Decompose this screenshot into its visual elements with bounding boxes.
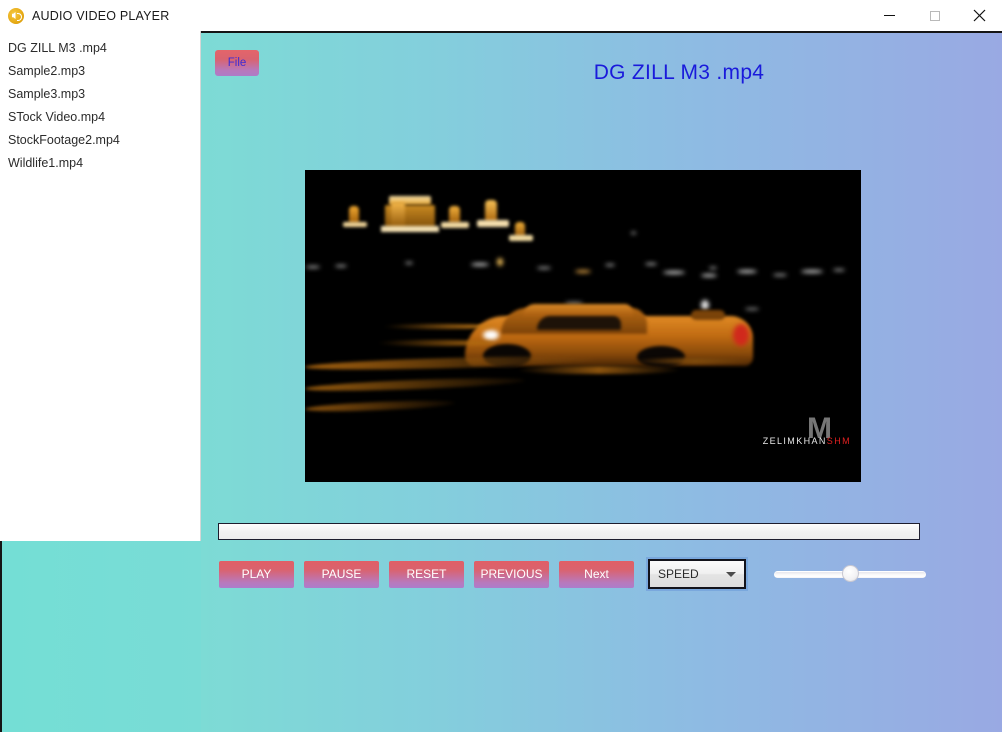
speed-dropdown-label: SPEED xyxy=(658,567,699,581)
file-list-panel: DG ZILL M3 .mp4 Sample2.mp3 Sample3.mp3 … xyxy=(0,31,201,541)
list-item[interactable]: DG ZILL M3 .mp4 xyxy=(0,37,200,60)
speaker-icon xyxy=(8,7,24,24)
now-playing-title: DG ZILL M3 .mp4 xyxy=(593,61,765,84)
video-display[interactable]: M ZELIMKHANSHM xyxy=(305,170,861,482)
chevron-down-icon xyxy=(726,571,736,577)
list-item[interactable]: STock Video.mp4 xyxy=(0,106,200,129)
title-bar: AUDIO VIDEO PLAYER xyxy=(0,0,1002,31)
reset-button[interactable]: RESET xyxy=(389,560,464,588)
volume-slider[interactable] xyxy=(774,562,926,586)
watermark-name: ZELIMKHAN xyxy=(762,436,827,446)
pause-button[interactable]: PAUSE xyxy=(304,560,379,588)
window-title: AUDIO VIDEO PLAYER xyxy=(32,8,170,23)
play-button[interactable]: PLAY xyxy=(219,560,294,588)
player-panel: File DG ZILL M3 .mp4 M ZELIMKHANSHM PLAY… xyxy=(201,31,1002,732)
app-window: AUDIO VIDEO PLAYER DG ZILL M3 .mp4 Sampl… xyxy=(0,0,1002,732)
controls-row: PLAY PAUSE RESET PREVIOUS Next SPEED xyxy=(219,557,926,591)
volume-slider-thumb[interactable] xyxy=(842,565,859,582)
list-item[interactable]: Sample3.mp3 xyxy=(0,83,200,106)
previous-button[interactable]: PREVIOUS xyxy=(474,560,549,588)
panel-bottom-fill xyxy=(0,541,201,732)
list-item[interactable]: Sample2.mp3 xyxy=(0,60,200,83)
close-icon[interactable] xyxy=(957,0,1002,31)
list-item[interactable]: StockFootage2.mp4 xyxy=(0,129,200,152)
next-button[interactable]: Next xyxy=(559,560,634,588)
video-watermark: M ZELIMKHANSHM xyxy=(763,414,851,446)
window-controls xyxy=(867,0,1002,31)
list-item[interactable]: Wildlife1.mp4 xyxy=(0,152,200,175)
maximize-button[interactable] xyxy=(912,0,957,31)
minimize-button[interactable] xyxy=(867,0,912,31)
watermark-suffix: SHM xyxy=(826,436,851,446)
progress-bar[interactable] xyxy=(218,523,920,540)
speed-dropdown[interactable]: SPEED xyxy=(646,557,748,591)
